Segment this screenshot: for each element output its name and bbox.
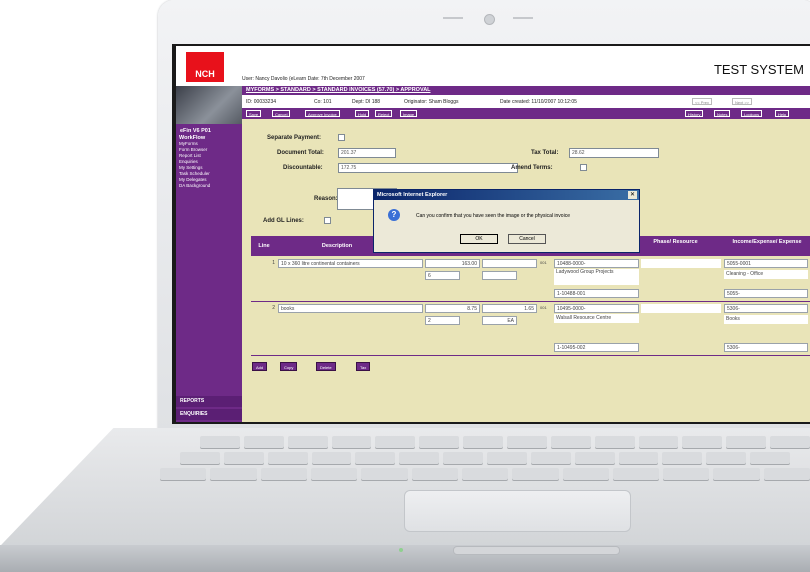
next-button[interactable]: Next >> <box>732 98 753 105</box>
reject-button[interactable]: Reject <box>375 110 393 117</box>
document-info-bar: ID: 00033234 Co: 101 Dept: DI 188 Origin… <box>242 95 810 108</box>
line-income-description: Cleaning - Office <box>724 270 808 279</box>
document-total-label: Document Total: <box>277 150 324 156</box>
discountable-field[interactable]: 172.75 <box>338 163 518 173</box>
system-name: TEST SYSTEM <box>713 62 804 77</box>
user-info: User: Nancy Davolio (eLearn Date: 7th De… <box>242 76 365 82</box>
sidebar-menu: WorkFlow MyForms Form Browser Report Lis… <box>176 135 242 189</box>
line-number: 2 <box>272 305 275 311</box>
date-created: Date created: 11/10/2007 10:12:05 <box>500 99 577 105</box>
line-description[interactable]: 10 x 360 litre continental containers <box>278 259 423 268</box>
separate-payment-checkbox[interactable] <box>338 134 345 141</box>
line-income-code[interactable]: 5306- <box>724 304 808 313</box>
add-gl-lines-label: Add GL Lines: <box>263 218 304 224</box>
line-income-description: Books <box>724 315 808 324</box>
row-divider <box>251 355 810 356</box>
ok-button[interactable]: OK <box>460 234 498 244</box>
laptop-front-edge <box>0 545 810 572</box>
line-description[interactable]: books <box>278 304 423 313</box>
amend-terms-label: Amend Terms: <box>511 165 553 171</box>
line-company: 001 <box>540 305 547 310</box>
line-phase-resource <box>641 259 721 268</box>
department-code: Dept: DI 188 <box>352 99 381 105</box>
toolbar: Save Cancel Approve Invoice Hold Reject … <box>242 108 810 119</box>
column-line: Line <box>258 243 270 249</box>
copy-line-button[interactable]: Copy <box>280 362 298 371</box>
tax-total-field[interactable]: 28.62 <box>569 148 659 158</box>
approve-invoice-button[interactable]: Approve Invoice <box>305 110 340 117</box>
help-button[interactable]: Help <box>775 110 790 117</box>
nch-logo: NCH <box>186 52 224 82</box>
line-income-code-2[interactable]: 5306- <box>724 343 808 352</box>
line-amount-2[interactable] <box>482 259 537 268</box>
dialog-message: Can you confirm that you have seen the i… <box>416 213 570 219</box>
breadcrumb[interactable]: MYFORMS > STANDARD > STANDARD INVOICES (… <box>242 86 810 95</box>
line-amount[interactable]: 8.75 <box>425 304 480 313</box>
app-header: NCH User: Nancy Davolio (eLearn Date: 7t… <box>176 46 810 86</box>
screen: NCH User: Nancy Davolio (eLearn Date: 7t… <box>176 46 810 422</box>
question-icon: ? <box>388 209 400 221</box>
keyboard-row <box>160 468 810 480</box>
power-light-icon <box>399 548 403 552</box>
line-resource-code[interactable]: 1-10495-002 <box>554 343 639 352</box>
line-unit[interactable]: EA <box>482 316 517 325</box>
sidebar-title: eFin V6 P01 <box>180 128 211 134</box>
sidebar-enquiries[interactable]: ENQUIRIES <box>176 409 242 420</box>
touchpad <box>404 490 631 532</box>
notes-button[interactable]: Notes <box>714 110 731 117</box>
keyboard-row <box>180 452 791 464</box>
dialog-cancel-button[interactable]: Cancel <box>508 234 546 244</box>
row-divider <box>251 301 810 302</box>
line-phase-resource <box>641 304 721 313</box>
drive-slot <box>453 546 620 555</box>
close-icon[interactable]: ✕ <box>628 191 637 199</box>
sidebar-reports[interactable]: REPORTS <box>176 396 242 407</box>
line-company: 001 <box>540 260 547 265</box>
line-resource-description: Ladywood Group Projects <box>554 269 639 285</box>
lid-indicator-left <box>443 17 463 19</box>
webcam-icon <box>484 14 495 25</box>
amend-terms-checkbox[interactable] <box>580 164 587 171</box>
line-income-code[interactable]: 5055-0001 <box>724 259 808 268</box>
add-line-button[interactable]: Add <box>252 362 268 371</box>
line-resource-description: Walsall Resource Centre <box>554 314 639 323</box>
originator: Originator: Sham Bloggs <box>404 99 459 105</box>
discountable-label: Discountable: <box>283 165 323 171</box>
separate-payment-label: Separate Payment: <box>267 135 322 141</box>
save-button[interactable]: Save <box>246 110 262 117</box>
confirm-dialog: Microsoft Internet Explorer ✕ ? Can you … <box>373 189 640 253</box>
line-number: 1 <box>272 260 275 266</box>
history-button[interactable]: History <box>685 110 704 117</box>
cancel-button[interactable]: Cancel <box>272 110 291 117</box>
image-button[interactable]: Image <box>400 110 418 117</box>
column-income-expense: Income/Expense/ Expense <box>732 239 802 245</box>
sidebar-banner-image <box>176 86 242 124</box>
line-quantity[interactable]: 2 <box>425 316 460 325</box>
lookups-button[interactable]: Lookups <box>741 110 763 117</box>
prev-button[interactable]: << Prev <box>692 98 713 105</box>
sidebar-item-da-background[interactable]: DA Background <box>176 183 242 189</box>
tax-line-button[interactable]: Tax <box>356 362 371 371</box>
dialog-title: Microsoft Internet Explorer <box>374 190 639 200</box>
delete-line-button[interactable]: Delete <box>316 362 336 371</box>
line-resource-code[interactable]: 1-10488-001 <box>554 289 639 298</box>
add-gl-lines-checkbox[interactable] <box>324 217 331 224</box>
line-income-code-2[interactable]: 5055- <box>724 289 808 298</box>
document-total-field[interactable]: 201.37 <box>338 148 396 158</box>
line-cost-centre[interactable]: 10495-0000- <box>554 304 639 313</box>
company-code: Co: 101 <box>314 99 332 105</box>
sidebar: eFin V6 P01 WorkFlow MyForms Form Browse… <box>176 86 242 422</box>
line-unit[interactable] <box>482 271 517 280</box>
document-id: ID: 00033234 <box>246 99 277 105</box>
column-phase-resource: Phase/ Resource <box>653 239 698 245</box>
line-amount-2[interactable]: 1.65 <box>482 304 537 313</box>
keyboard-row <box>200 436 810 448</box>
reason-label: Reason: <box>314 196 338 202</box>
line-amount[interactable]: 163.00 <box>425 259 480 268</box>
line-quantity[interactable]: 6 <box>425 271 460 280</box>
hold-button[interactable]: Hold <box>355 110 370 117</box>
tax-total-label: Tax Total: <box>531 150 559 156</box>
lid-indicator-right <box>513 17 533 19</box>
line-cost-centre[interactable]: 10488-0000- <box>554 259 639 268</box>
